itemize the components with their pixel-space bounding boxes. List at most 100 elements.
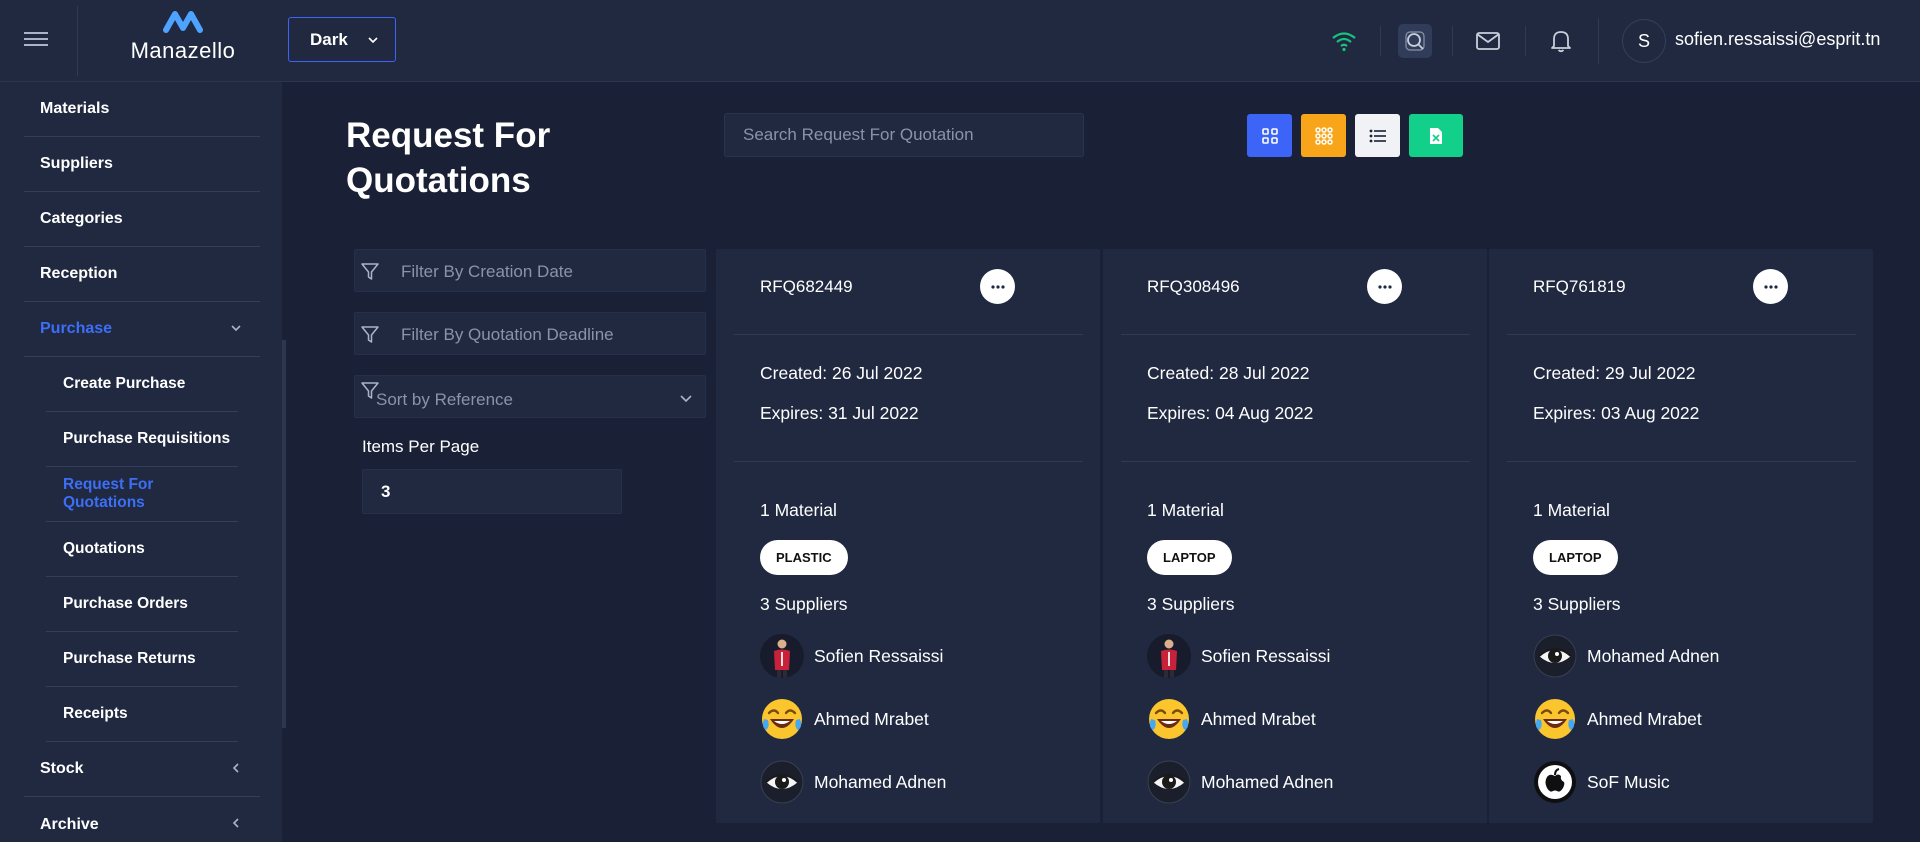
supplier-item: Mohamed Adnen xyxy=(1147,759,1333,805)
ellipsis-icon xyxy=(1377,284,1392,289)
creation-date-filter[interactable]: Filter By Creation Date xyxy=(354,249,706,292)
sidebar-sub-receipts[interactable]: Receipts xyxy=(46,687,238,742)
supplier-avatar xyxy=(1533,760,1577,804)
filter-icon xyxy=(361,263,379,280)
sidebar-item-label: Reception xyxy=(40,265,118,282)
sidebar-sub-quotations[interactable]: Quotations xyxy=(46,522,238,577)
supplier-item: SoF Music xyxy=(1533,759,1670,805)
rfq-card[interactable]: RFQ682449 Created: 26 Jul 2022 Expires: 31… xyxy=(716,249,1100,823)
divider xyxy=(734,461,1083,462)
sidebar-item-label: Create Purchase xyxy=(63,375,186,392)
list-view-button[interactable] xyxy=(1355,114,1400,157)
filter-placeholder: Filter By Creation Date xyxy=(401,262,573,281)
more-options-button[interactable] xyxy=(1753,269,1788,304)
sidebar-item-label: Archive xyxy=(40,815,99,833)
divider xyxy=(1380,26,1381,56)
sidebar-item-label: Purchase xyxy=(40,320,113,337)
sidebar-sub-purchase-returns[interactable]: Purchase Returns xyxy=(46,632,238,687)
bell-icon[interactable] xyxy=(1544,24,1578,58)
more-options-button[interactable] xyxy=(980,269,1015,304)
suppliers-count: 3 Suppliers xyxy=(1147,594,1235,614)
excel-icon xyxy=(1430,127,1442,144)
divider xyxy=(1525,26,1526,56)
chevron-left-icon xyxy=(232,763,239,773)
theme-select-value: Dark xyxy=(310,29,348,49)
divider xyxy=(734,334,1083,335)
divider xyxy=(1507,334,1856,335)
dots-grid-icon xyxy=(1314,126,1333,145)
sort-select[interactable]: Sort by Reference xyxy=(354,375,706,418)
supplier-item: Ahmed Mrabet xyxy=(1533,696,1702,742)
divider xyxy=(1452,26,1453,56)
sidebar-item-label: Receipts xyxy=(63,705,128,722)
supplier-avatar xyxy=(760,697,804,741)
chevron-down-icon xyxy=(231,325,241,332)
sidebar-item-purchase[interactable]: Purchase xyxy=(24,302,260,357)
sidebar-item-stock[interactable]: Stock xyxy=(24,742,260,797)
expiry-date: Expires: 31 Jul 2022 xyxy=(760,403,919,423)
supplier-item: Ahmed Mrabet xyxy=(1147,696,1316,742)
sidebar-sub-purchase-orders[interactable]: Purchase Orders xyxy=(46,577,238,632)
sidebar-item-categories[interactable]: Categories xyxy=(24,192,260,247)
sidebar-item-suppliers[interactable]: Suppliers xyxy=(24,137,260,192)
sidebar-item-label: Stock xyxy=(40,760,84,777)
compact-grid-button[interactable] xyxy=(1301,114,1346,157)
supplier-name: Sofien Ressaissi xyxy=(1201,645,1331,666)
menu-icon[interactable] xyxy=(24,28,52,50)
sidebar-item-label: Categories xyxy=(40,210,123,227)
divider xyxy=(1598,18,1599,64)
supplier-avatar xyxy=(760,760,804,804)
sidebar-sub-purchase-requisitions[interactable]: Purchase Requisitions xyxy=(46,412,238,467)
user-email[interactable]: sofien.ressaissi@esprit.tn xyxy=(1675,29,1880,50)
items-per-page-input[interactable]: 3 xyxy=(362,469,622,514)
supplier-avatar xyxy=(1147,760,1191,804)
expiry-date: Expires: 03 Aug 2022 xyxy=(1533,403,1700,423)
rfq-reference[interactable]: RFQ761819 xyxy=(1533,277,1626,297)
rfq-reference[interactable]: RFQ308496 xyxy=(1147,277,1240,297)
quotation-deadline-filter[interactable]: Filter By Quotation Deadline xyxy=(354,312,706,355)
theme-select[interactable]: Dark xyxy=(288,17,396,62)
sidebar-item-reception[interactable]: Reception xyxy=(24,247,260,302)
sort-select-value: Sort by Reference xyxy=(376,390,514,409)
search-input[interactable]: Search Request For Quotation xyxy=(724,113,1084,157)
created-date: Created: 29 Jul 2022 xyxy=(1533,363,1696,383)
sidebar-item-label: Purchase Requisitions xyxy=(63,430,231,447)
grid-icon xyxy=(1261,127,1278,144)
sidebar-item-label: Purchase Orders xyxy=(63,595,188,612)
divider xyxy=(1121,334,1470,335)
sidebar-item-archive[interactable]: Archive xyxy=(24,797,260,842)
created-date: Created: 28 Jul 2022 xyxy=(1147,363,1310,383)
sidebar-scrollbar[interactable] xyxy=(282,340,286,728)
supplier-avatar xyxy=(1147,634,1191,678)
rfq-reference[interactable]: RFQ682449 xyxy=(760,277,853,297)
materials-count: 1 Material xyxy=(1147,500,1224,520)
logo-icon xyxy=(163,11,203,33)
sidebar-item-materials[interactable]: Materials xyxy=(24,82,260,137)
rfq-card[interactable]: RFQ761819 Created: 29 Jul 2022 Expires: 03… xyxy=(1489,249,1873,823)
sidebar-sub-request-for-quotations[interactable]: Request For Quotations xyxy=(46,467,238,522)
divider xyxy=(1121,461,1470,462)
sidebar-sub-create-purchase[interactable]: Create Purchase xyxy=(46,357,238,412)
search-icon[interactable] xyxy=(1398,24,1432,58)
sidebar: Materials Suppliers Categories Reception… xyxy=(0,82,282,842)
supplier-item: Mohamed Adnen xyxy=(760,759,946,805)
rfq-card[interactable]: RFQ308496 Created: 28 Jul 2022 Expires: 04… xyxy=(1103,249,1487,823)
logo[interactable]: Manazello xyxy=(118,8,248,74)
page-title: Request For Quotations xyxy=(346,116,551,200)
export-excel-button[interactable] xyxy=(1409,114,1463,157)
avatar[interactable]: S xyxy=(1622,19,1666,63)
logo-text: Manazello xyxy=(130,38,236,63)
sidebar-item-label: Suppliers xyxy=(40,155,113,172)
filter-placeholder: Filter By Quotation Deadline xyxy=(401,325,614,344)
supplier-name: Ahmed Mrabet xyxy=(1587,708,1702,729)
supplier-avatar xyxy=(1147,697,1191,741)
mail-icon[interactable] xyxy=(1471,24,1505,58)
supplier-name: Mohamed Adnen xyxy=(814,771,947,792)
suppliers-count: 3 Suppliers xyxy=(1533,594,1621,614)
sidebar-item-label: Materials xyxy=(40,100,110,117)
list-icon xyxy=(1369,129,1386,142)
supplier-name: Mohamed Adnen xyxy=(1587,645,1720,666)
more-options-button[interactable] xyxy=(1367,269,1402,304)
material-tag: PLASTIC xyxy=(760,540,848,575)
grid-view-button[interactable] xyxy=(1247,114,1292,157)
